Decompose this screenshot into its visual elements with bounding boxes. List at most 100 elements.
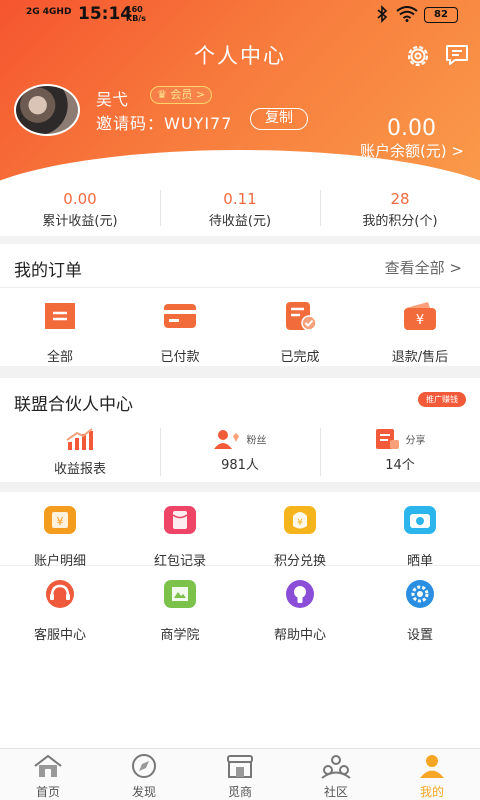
copy-button[interactable]: 复制 (250, 108, 308, 130)
tool-customer-service[interactable]: 客服中心 (0, 578, 120, 643)
tab-discover-label: 发现 (131, 785, 156, 799)
account-detail-icon: ¥ (44, 506, 76, 534)
invite-code-value: WUYI77 (164, 114, 233, 133)
tab-home-label: 首页 (35, 785, 60, 799)
tool-account-detail[interactable]: ¥ 账户明细 (0, 504, 120, 569)
avatar[interactable] (14, 84, 80, 136)
tool-account-detail-label: 账户明细 (33, 554, 86, 569)
tab-me-label: 我的 (419, 785, 444, 799)
share-count: 14个 (385, 458, 415, 473)
crown-icon: ♛ (157, 88, 167, 101)
tool-points-exchange[interactable]: ¥ 积分兑换 (240, 504, 360, 569)
balance-value[interactable]: 0.00 (387, 116, 436, 141)
wifi-icon (396, 6, 418, 22)
tab-me[interactable]: 我的 (384, 749, 480, 800)
promote-earn-tag[interactable]: 推广赚钱 (418, 392, 466, 407)
net-speed: 160 KB/s (126, 5, 146, 23)
network-indicator: 2G 4GHD (26, 7, 72, 17)
tool-red-packet[interactable]: 红包记录 (120, 504, 240, 569)
partner-title: 联盟合伙人中心 (14, 395, 133, 415)
vip-badge[interactable]: ♛ 会员 > (150, 86, 213, 104)
order-refund-label: 退款/售后 (391, 350, 449, 365)
refund-icon: ¥ (404, 302, 436, 330)
tool-help-center-label: 帮助中心 (273, 628, 326, 643)
fans-count: 981人 (221, 458, 259, 473)
svg-text:¥: ¥ (297, 518, 303, 528)
partner-report[interactable]: 收益报表 (0, 422, 160, 482)
camera-icon (404, 506, 436, 534)
clock: 15:14 (78, 4, 133, 24)
message-icon[interactable] (444, 42, 470, 68)
balance-label[interactable]: 账户余额(元) > (360, 140, 464, 161)
settings-icon (406, 580, 434, 608)
order-paid-label: 已付款 (160, 350, 200, 365)
orders-header: 我的订单 查看全部 > (0, 244, 480, 288)
share-icon (376, 429, 400, 449)
points-label: 我的积分(个) (362, 214, 438, 229)
business-school-icon (164, 580, 196, 608)
tool-red-packet-label: 红包记录 (153, 554, 206, 569)
partner-fans[interactable]: 粉丝 981人 (160, 422, 320, 482)
partner-section: 联盟合伙人中心 推广赚钱 收益报表 粉丝 981人 分享 14个 (0, 378, 480, 482)
partner-share[interactable]: 分享 14个 (320, 422, 480, 482)
tab-shop-label: 觅商 (227, 785, 252, 799)
earnings-total-value: 0.00 (63, 190, 97, 208)
customer-service-icon (46, 580, 74, 608)
tab-discover[interactable]: 发现 (96, 749, 192, 800)
red-packet-icon (164, 506, 196, 534)
tab-shop[interactable]: 觅商 (192, 749, 288, 800)
community-icon (321, 755, 351, 779)
tools-row-2: 客服中心 商学院 帮助中心 设置 (0, 566, 480, 643)
tool-show-order[interactable]: 晒单 (360, 504, 480, 569)
status-bar: 2G 4GHD 15:14 160 KB/s 82 (0, 0, 480, 30)
earnings-total[interactable]: 0.00 累计收益(元) (0, 182, 160, 236)
shop-icon (227, 755, 253, 778)
svg-text:¥: ¥ (57, 515, 64, 528)
order-paid[interactable]: 已付款 (120, 300, 240, 365)
tool-help-center[interactable]: 帮助中心 (240, 578, 360, 643)
all-orders-icon (45, 303, 75, 329)
points-exchange-icon: ¥ (284, 506, 316, 534)
order-completed[interactable]: 已完成 (240, 300, 360, 365)
partner-header: 联盟合伙人中心 推广赚钱 (0, 378, 480, 422)
tool-points-exchange-label: 积分兑换 (273, 554, 326, 569)
partner-report-label: 收益报表 (53, 462, 106, 477)
partner-stats: 收益报表 粉丝 981人 分享 14个 (0, 422, 480, 482)
tools-section: ¥ 账户明细 红包记录 ¥ 积分兑换 晒单 客服中心 商学院 帮助中心 设置 (0, 492, 480, 748)
order-refund[interactable]: ¥ 退款/售后 (360, 300, 480, 365)
tab-home[interactable]: 首页 (0, 749, 96, 800)
order-all[interactable]: 全部 (0, 300, 120, 365)
points[interactable]: 28 我的积分(个) (320, 182, 480, 236)
tab-community-label: 社区 (323, 785, 348, 799)
compass-icon (132, 754, 156, 778)
tool-business-school[interactable]: 商学院 (120, 578, 240, 643)
view-all-orders-link[interactable]: 查看全部 > (385, 257, 462, 278)
report-chart-icon (66, 428, 93, 450)
battery-indicator: 82 (424, 7, 458, 23)
vip-badge-label: 会员 > (170, 88, 206, 101)
bottom-tab-bar: 首页 发现 觅商 社区 我的 (0, 748, 480, 800)
earnings-pending-value: 0.11 (223, 190, 257, 208)
order-all-label: 全部 (46, 350, 73, 365)
gear-icon[interactable] (404, 42, 432, 70)
tool-settings[interactable]: 设置 (360, 578, 480, 643)
tool-settings-label: 设置 (406, 628, 433, 643)
profile-header: 2G 4GHD 15:14 160 KB/s 82 个人中心 吴弋 ♛ 会员 >… (0, 0, 480, 182)
home-icon (34, 754, 62, 777)
invite-code-label: 邀请码： (96, 114, 165, 133)
svg-text:¥: ¥ (416, 313, 424, 328)
invite-code-row: 邀请码：WUYI77 (96, 110, 232, 134)
paid-icon (164, 304, 196, 328)
earnings-pending-label: 待收益(元) (208, 214, 272, 229)
earnings-pending[interactable]: 0.11 待收益(元) (160, 182, 320, 236)
me-icon (420, 755, 444, 778)
bluetooth-icon (377, 5, 388, 23)
fans-caption: 粉丝 (246, 435, 267, 447)
tool-customer-service-label: 客服中心 (33, 628, 86, 643)
help-icon (286, 580, 314, 608)
username: 吴弋 (96, 90, 129, 109)
tab-community[interactable]: 社区 (288, 749, 384, 800)
orders-section: 我的订单 查看全部 > 全部 已付款 已完成 ¥ 退款/售后 (0, 244, 480, 366)
fans-icon (214, 430, 240, 449)
tools-row-1: ¥ 账户明细 红包记录 ¥ 积分兑换 晒单 (0, 492, 480, 569)
